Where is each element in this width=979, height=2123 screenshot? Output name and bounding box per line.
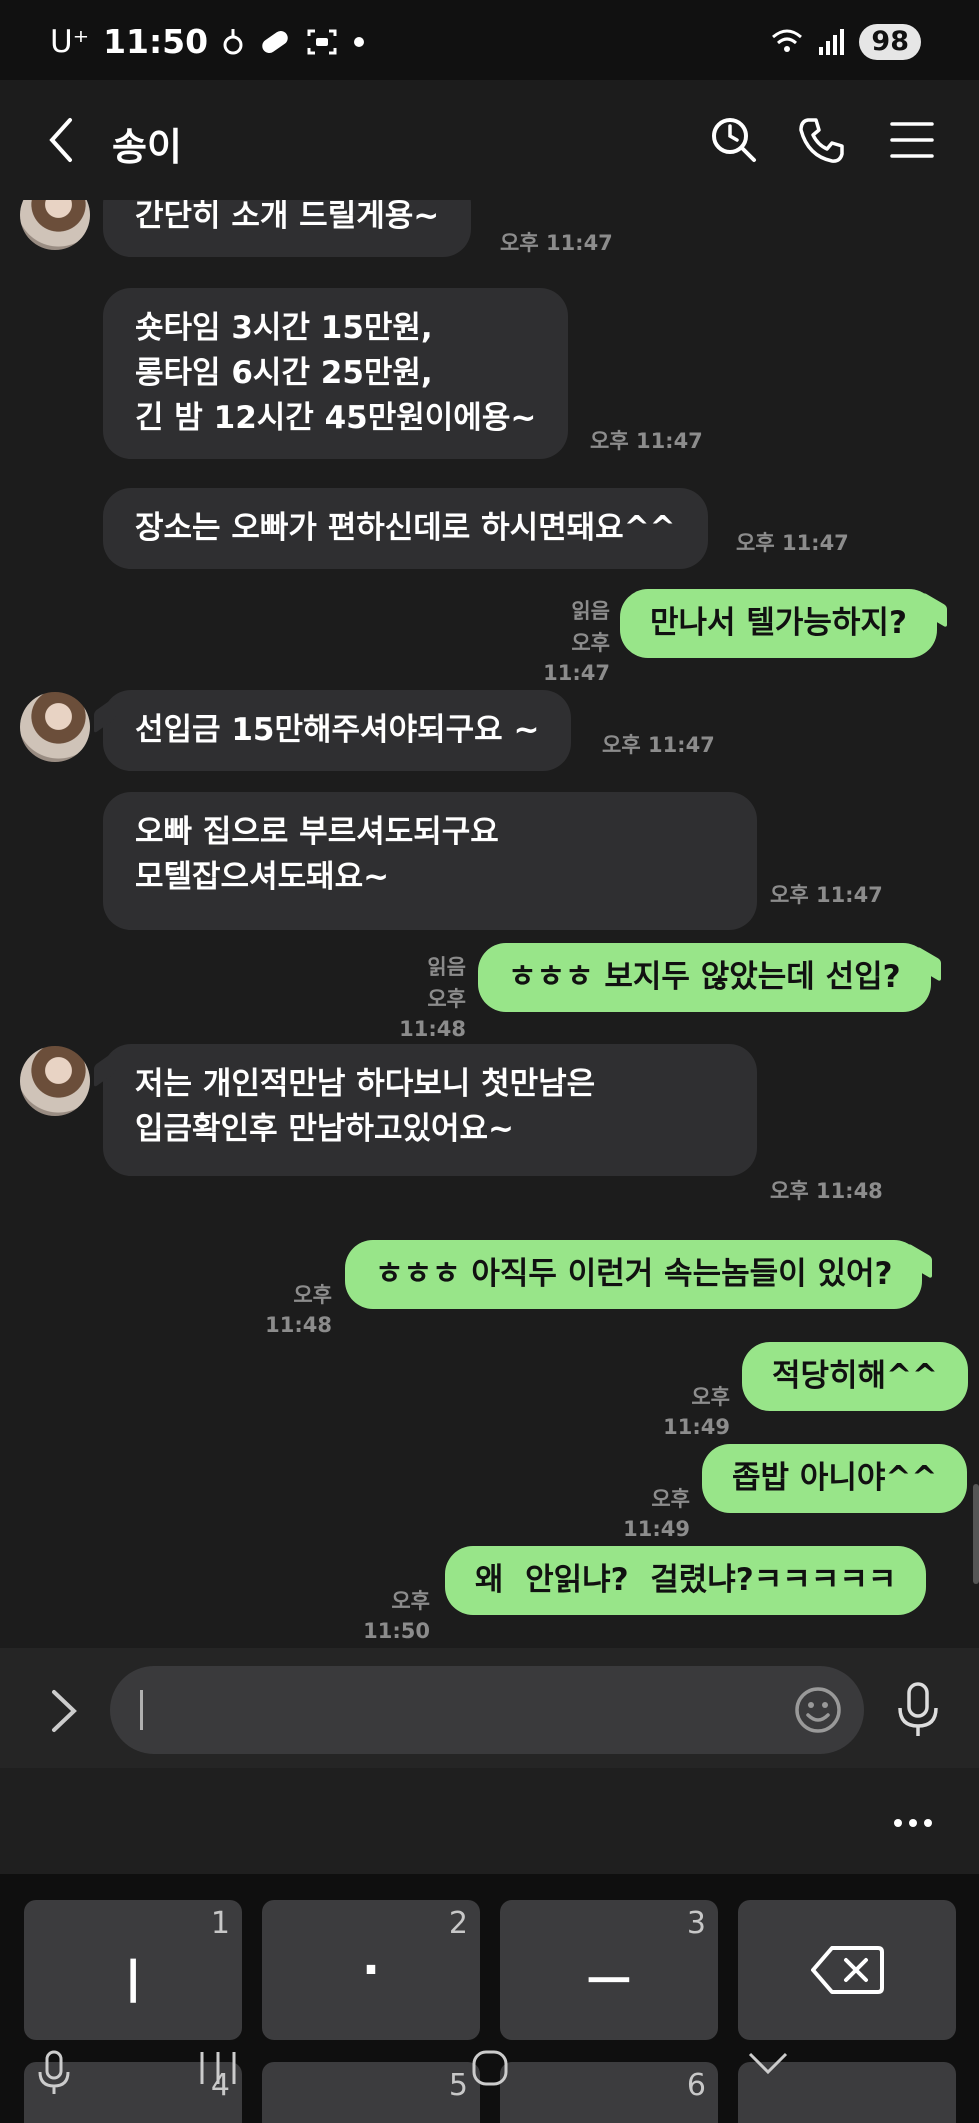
message-bubble-outgoing[interactable]: 만나서 텔가능하지?	[620, 589, 937, 658]
message-time: 오후 11:47	[736, 531, 849, 555]
hide-keyboard-icon[interactable]	[746, 2048, 790, 2078]
key-label: ㅣ	[110, 1954, 156, 2010]
key-horizontal[interactable]: 3 ㅡ	[500, 1900, 718, 2040]
status-bar: U⁺ 11:50 98	[0, 0, 979, 80]
search-clock-icon	[712, 118, 756, 162]
read-receipt: 읽음	[427, 955, 466, 979]
home-icon[interactable]	[470, 2048, 510, 2088]
message-bubble-outgoing[interactable]: ㅎㅎㅎ 아직두 이런거 속는놈들이 있어?	[345, 1240, 923, 1309]
avatar[interactable]	[20, 200, 90, 250]
menu-icon	[890, 122, 934, 158]
message-time: 오후 11:48	[399, 987, 466, 1041]
message-time: 오후 11:47	[602, 733, 715, 757]
wifi-icon	[769, 27, 805, 57]
message-bubble-incoming[interactable]: 오빠 집으로 부르셔도되구요 모텔잡으셔도돼요~	[103, 792, 757, 930]
message-time: 오후 11:48	[265, 1283, 332, 1337]
message-bubble-outgoing[interactable]: 적당히해^^	[742, 1342, 969, 1411]
avatar[interactable]	[20, 1046, 90, 1116]
microphone-icon	[898, 1682, 938, 1736]
key-vertical[interactable]: 1 ㅣ	[24, 1900, 242, 2040]
message-time: 오후 11:49	[663, 1385, 730, 1439]
message-bubble-outgoing[interactable]: ㅎㅎㅎ 보지두 않았는데 선입?	[478, 943, 931, 1012]
lightbulb-icon	[222, 27, 244, 57]
message-bubble-outgoing[interactable]: 왜 안읽냐? 걸렸냐?ㅋㅋㅋㅋㅋ	[445, 1546, 927, 1615]
message-bubble-incoming[interactable]: 장소는 오빠가 편하신데로 하시면돼요^^	[103, 488, 708, 569]
keyboard-toolbar	[0, 1768, 979, 1874]
message-bubble-incoming[interactable]: 저는 개인적만남 하다보니 첫만남은 입금확인후 만남하고있어요~	[103, 1044, 757, 1176]
battery-indicator: 98	[859, 24, 921, 60]
expand-button[interactable]	[44, 1686, 84, 1736]
message-time: 오후 11:48	[770, 1179, 883, 1203]
keyboard: 1 ㅣ 2 · 3 ㅡ 4 5 6	[0, 1874, 979, 2123]
chat-title: 송이	[112, 125, 182, 169]
key-number-hint: 1	[210, 1906, 230, 1941]
backspace-key[interactable]	[738, 1900, 956, 2040]
clock: 11:50	[103, 22, 209, 61]
call-button[interactable]	[794, 112, 850, 168]
key-dot[interactable]: 2 ·	[262, 1900, 480, 2040]
key-number-hint: 2	[448, 1906, 468, 1941]
message-input[interactable]	[110, 1666, 864, 1754]
message-time: 오후 11:49	[623, 1487, 690, 1541]
keyboard-more-button[interactable]	[891, 1808, 935, 1838]
message-time: 오후 11:47	[590, 429, 703, 453]
screenshot-icon	[306, 27, 338, 57]
voice-button[interactable]	[894, 1680, 942, 1740]
text-cursor	[140, 1690, 143, 1730]
dot-icon	[352, 35, 366, 49]
backspace-icon	[811, 1946, 884, 1994]
phone-icon	[799, 118, 844, 163]
message-bubble-incoming[interactable]: 선입금 15만해주셔야되구요 ~	[103, 690, 572, 771]
menu-button[interactable]	[884, 112, 940, 168]
message-list[interactable]: 간단히 소개 드릴게용~ 오후 11:47 숏타임 3시간 15만원, 롱타임 …	[0, 200, 979, 1648]
message-bubble-outgoing[interactable]: 좁밥 아니야^^	[702, 1444, 968, 1513]
key-label: ·	[361, 1942, 381, 1998]
key-number-hint: 3	[686, 1906, 706, 1941]
message-time: 오후 11:47	[543, 631, 610, 685]
key-label: ㅡ	[586, 1954, 632, 2010]
more-dots-icon	[894, 1819, 932, 1827]
read-receipt: 읽음	[571, 599, 610, 623]
back-button[interactable]	[40, 114, 90, 166]
message-time: 오후 11:47	[770, 883, 883, 907]
keyboard-mic-icon[interactable]	[34, 2048, 74, 2100]
signal-icon	[817, 27, 847, 57]
navigation-bar	[0, 2040, 979, 2123]
chevron-right-icon	[52, 1690, 77, 1732]
message-bubble-incoming[interactable]: 간단히 소개 드릴게용~	[103, 200, 472, 257]
chevron-left-icon	[49, 118, 72, 162]
composer	[0, 1648, 979, 1768]
capsule-icon	[258, 27, 292, 57]
scrollbar[interactable]	[973, 1484, 979, 1584]
emoji-button[interactable]	[792, 1684, 844, 1736]
avatar[interactable]	[20, 692, 90, 762]
smiley-icon	[795, 1687, 841, 1733]
message-time: 오후 11:47	[500, 231, 613, 255]
message-bubble-incoming[interactable]: 숏타임 3시간 15만원, 롱타임 6시간 25만원, 긴 밤 12시간 45만…	[103, 288, 569, 459]
message-time: 오후 11:50	[363, 1589, 430, 1643]
recent-apps-icon[interactable]	[196, 2048, 240, 2088]
chat-header: 송이	[0, 80, 979, 200]
carrier-label: U⁺	[50, 23, 90, 60]
search-button[interactable]	[706, 112, 762, 168]
